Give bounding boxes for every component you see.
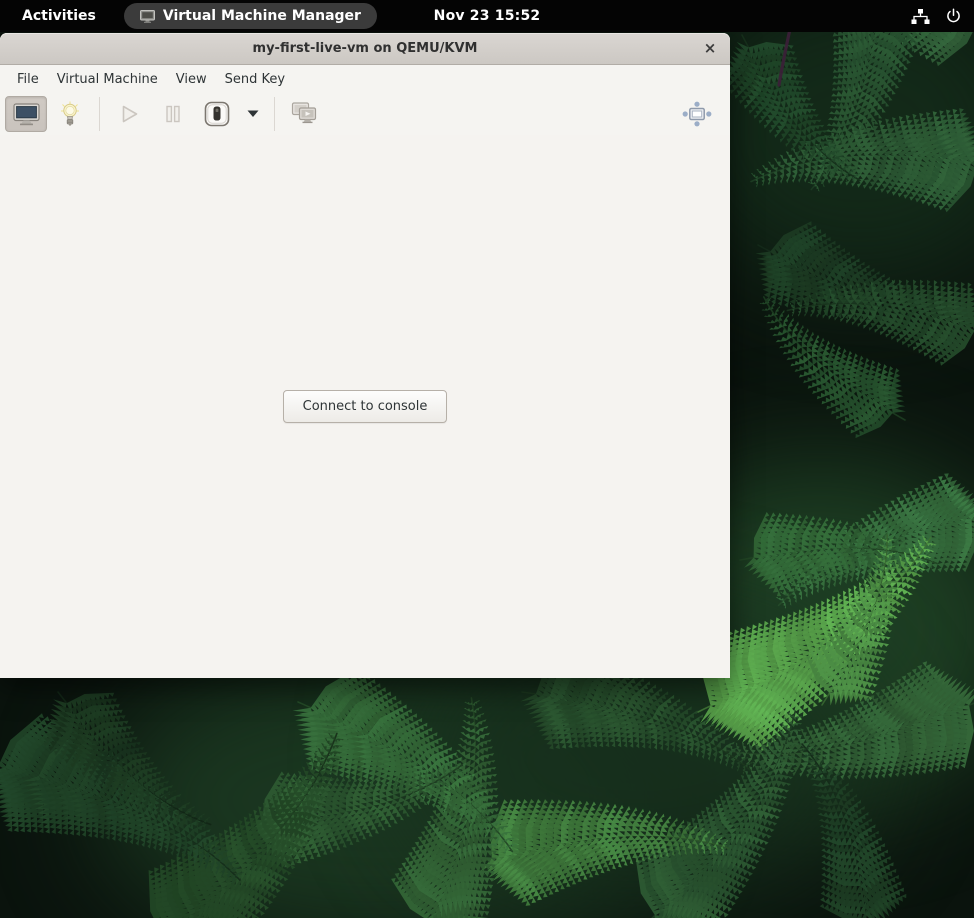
- toolbar-separator: [274, 97, 275, 131]
- menu-send-key[interactable]: Send Key: [216, 67, 294, 92]
- show-console-button[interactable]: [5, 96, 47, 132]
- console-display-icon: [13, 103, 40, 126]
- shutdown-button[interactable]: [196, 96, 238, 132]
- menu-virtual-machine[interactable]: Virtual Machine: [48, 67, 167, 92]
- window-title: my-first-live-vm on QEMU/KVM: [253, 41, 478, 56]
- run-play-icon: [117, 102, 141, 126]
- menu-file[interactable]: File: [8, 67, 48, 92]
- menubar: File Virtual Machine View Send Key: [0, 65, 730, 93]
- run-button[interactable]: [108, 96, 150, 132]
- titlebar[interactable]: my-first-live-vm on QEMU/KVM ×: [0, 33, 730, 65]
- power-icon[interactable]: [945, 8, 962, 25]
- app-indicator-label: Virtual Machine Manager: [163, 8, 361, 24]
- network-wired-icon[interactable]: [911, 8, 930, 25]
- vm-monitor-icon: [140, 10, 155, 23]
- fullscreen-button[interactable]: [676, 96, 718, 132]
- shutdown-menu-button[interactable]: [240, 96, 266, 132]
- pause-button[interactable]: [152, 96, 194, 132]
- toolbar: [0, 93, 730, 136]
- activities-button[interactable]: Activities: [10, 5, 108, 27]
- toolbar-separator: [99, 97, 100, 131]
- shutdown-menu-arrow-icon: [247, 110, 259, 118]
- shutdown-power-switch-icon: [203, 100, 231, 128]
- gnome-top-bar: Activities Virtual Machine Manager Nov 2…: [0, 0, 974, 32]
- hardware-details-lightbulb-icon: [60, 101, 80, 127]
- connect-to-console-button[interactable]: Connect to console: [283, 390, 448, 423]
- fullscreen-display-icon: [682, 101, 712, 127]
- console-area: Connect to console: [0, 135, 730, 678]
- snapshots-displays-icon: [291, 102, 318, 127]
- clock[interactable]: Nov 23 15:52: [434, 8, 541, 24]
- app-indicator[interactable]: Virtual Machine Manager: [124, 3, 377, 29]
- close-button[interactable]: ×: [699, 37, 721, 59]
- close-icon: ×: [704, 39, 717, 57]
- show-hardware-details-button[interactable]: [49, 96, 91, 132]
- menu-view[interactable]: View: [167, 67, 216, 92]
- system-status-area: [911, 0, 962, 32]
- pause-icon: [162, 103, 184, 125]
- vm-window: my-first-live-vm on QEMU/KVM × File Virt…: [0, 33, 730, 678]
- snapshots-button[interactable]: [283, 96, 325, 132]
